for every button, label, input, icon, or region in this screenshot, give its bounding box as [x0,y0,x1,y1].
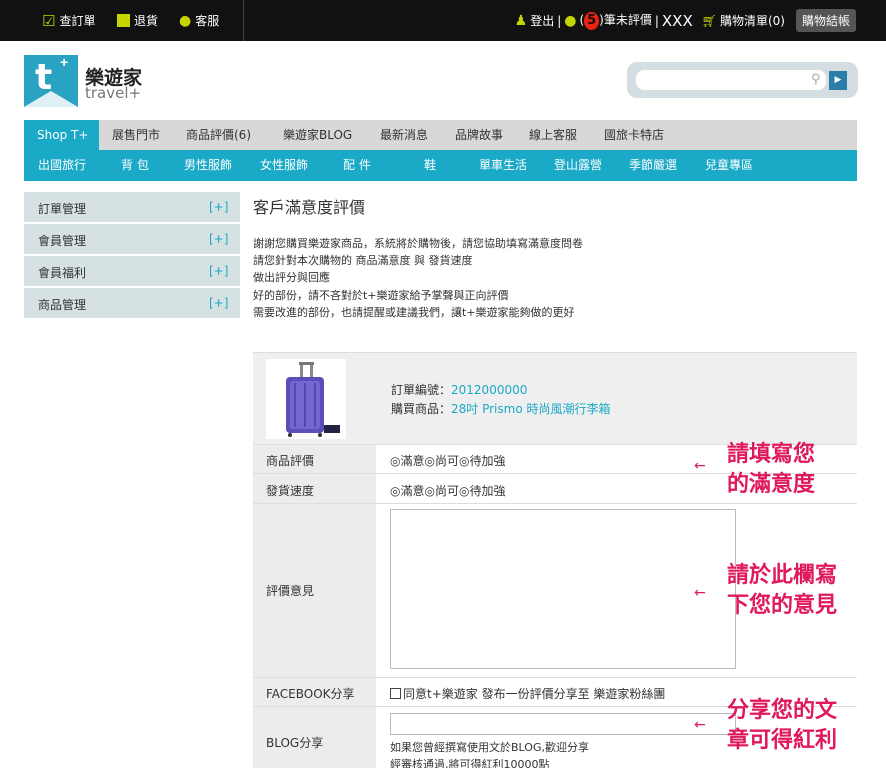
radio-improve[interactable]: ◎待加強 [459,454,506,468]
facebook-share-option: 同意t+樂遊家 發布一份評價分享至 樂遊家粉絲團 [390,685,665,702]
sidebar-item-benefits[interactable]: 會員福利 [+] [24,256,240,286]
radio-satisfied[interactable]: ◎滿意 [390,454,425,468]
category-men[interactable]: 男性服飾 [184,150,232,181]
blog-label: BLOG分享 [253,707,376,768]
arrow-icon: ← [694,585,706,601]
search-input[interactable] [636,70,826,90]
top-bar: ☑ 查訂單 退貨 ● 客服 ♟ 登出 | ● (5)筆未評價 | XXX 🛒︎ … [0,0,886,41]
category-backpacks[interactable]: 背 包 [121,150,149,181]
divider [243,0,244,41]
order-number: 訂單編號：2012000000 [391,383,528,397]
cart-icon: 🛒︎ [701,13,717,28]
account-area: ♟ 登出 | ● (5)筆未評價 | XXX 🛒︎ 購物清單(0) 購物結帳 [515,0,886,41]
logout-link[interactable]: 登出 [530,12,554,29]
blog-note: 經審核通過,將可得紅利10000點 [390,758,550,768]
nav-stores[interactable]: 展售門市 [99,120,173,150]
product-link[interactable]: 28吋 Prismo 時尚風潮行李箱 [451,402,610,416]
category-kids[interactable]: 兒童專區 [705,150,753,181]
order-query-link[interactable]: ☑ 查訂單 [42,0,95,41]
rating-label: 商品評價 [253,445,376,473]
radio-ok[interactable]: ◎尚可 [425,454,460,468]
product-image [266,359,346,439]
order-summary: 訂單編號：2012000000 購買商品：28吋 Prismo 時尚風潮行李箱 [253,352,857,444]
magnifier-icon: ⚲ [811,72,821,87]
comment-textarea[interactable] [390,509,736,669]
blog-note: 如果您曾經撰寫使用文於BLOG,歡迎分享 [390,741,589,754]
category-nav: 出國旅行 背 包 男性服飾 女性服飾 配 件 鞋 單車生活 登山露營 季節嚴選 … [24,150,857,181]
annotation-comment: 請於此欄寫 下您的意見 [727,563,838,618]
search-box: ⚲ ▶ [627,62,858,98]
category-seasonal[interactable]: 季節嚴選 [629,150,677,181]
nav-reviews[interactable]: 商品評價(6) [173,120,270,150]
box-icon [117,14,130,27]
checkout-button[interactable]: 購物結帳 [795,9,856,32]
nav-shop-tplus[interactable]: Shop T+ [24,120,99,150]
chat-bubble-icon: ● [179,12,192,29]
category-women[interactable]: 女性服飾 [260,150,308,181]
rating-radio-group: ◎滿意◎尚可◎待加強 [390,452,506,469]
radio-ok[interactable]: ◎尚可 [425,484,460,498]
nav-travel-card[interactable]: 國旅卡特店 [591,120,681,150]
primary-nav: Shop T+ 展售門市 商品評價(6) 樂遊家BLOG 最新消息 品牌故事 線… [24,120,857,150]
expand-toggle[interactable]: [+] [209,232,228,246]
intro-text: 謝謝您購買樂遊家商品，系統將於購物後，請您協助填寫滿意度問卷 請您針對本次購物的… [253,237,583,319]
cart-link[interactable]: 購物清單(0) [720,12,785,29]
pending-reviews-link[interactable]: (5)筆未評價 [579,11,652,30]
checkbox-icon: ☑ [42,11,56,30]
logo[interactable]: t + [24,55,78,107]
order-product: 購買商品：28吋 Prismo 時尚風潮行李箱 [391,402,611,416]
arrow-icon: ← [694,458,706,474]
annotation-rating: 請填寫您 的滿意度 [727,442,816,497]
user-icon: ♟ [514,12,528,29]
brand-tagline: travel+ [85,84,142,102]
expand-toggle[interactable]: [+] [209,264,228,278]
nav-news[interactable]: 最新消息 [367,120,442,150]
facebook-label: FACEBOOK分享 [253,678,376,706]
expand-toggle[interactable]: [+] [209,200,228,214]
sidebar-item-members[interactable]: 會員管理 [+] [24,224,240,254]
returns-link[interactable]: 退貨 [117,0,158,41]
username: XXX [661,11,693,30]
category-cycling[interactable]: 單車生活 [479,150,527,181]
pending-count-badge: 5 [584,12,600,30]
radio-satisfied[interactable]: ◎滿意 [390,484,425,498]
speed-radio-group: ◎滿意◎尚可◎待加強 [390,482,506,499]
radio-improve[interactable]: ◎待加強 [459,484,506,498]
page-title: 客戶滿意度評價 [253,198,366,217]
facebook-checkbox[interactable] [390,688,401,699]
blog-url-input[interactable] [390,713,736,735]
category-shoes[interactable]: 鞋 [424,150,436,181]
sidebar-item-orders[interactable]: 訂單管理 [+] [24,192,240,222]
expand-toggle[interactable]: [+] [209,296,228,310]
annotation-blog: 分享您的文 章可得紅利 [727,698,838,753]
chat-bubble-icon: ● [564,12,577,29]
nav-brand-story[interactable]: 品牌故事 [442,120,516,150]
category-accessories[interactable]: 配 件 [343,150,371,181]
search-submit-button[interactable]: ▶ [829,71,847,90]
category-travel[interactable]: 出國旅行 [38,150,86,181]
category-camping[interactable]: 登山露營 [554,150,602,181]
sidebar-item-products[interactable]: 商品管理 [+] [24,288,240,318]
comment-label: 評價意見 [253,504,376,677]
speed-label: 發貨速度 [253,474,376,503]
sidebar: 訂單管理 [+] 會員管理 [+] 會員福利 [+] 商品管理 [+] [24,192,240,320]
arrow-icon: ← [694,717,706,733]
nav-online-service[interactable]: 線上客服 [516,120,591,150]
nav-blog[interactable]: 樂遊家BLOG [270,120,367,150]
service-link[interactable]: ● 客服 [179,0,219,41]
